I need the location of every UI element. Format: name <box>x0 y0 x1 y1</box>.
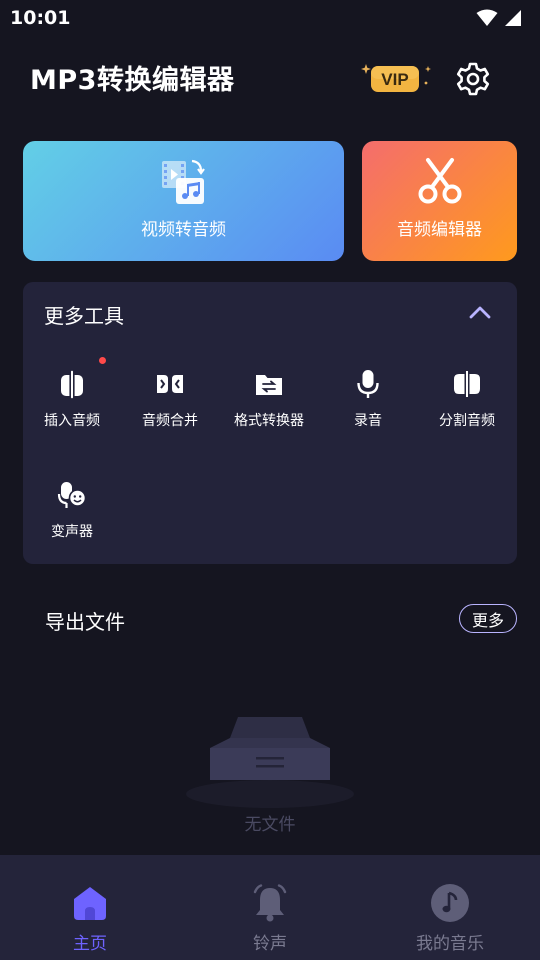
scissors-icon <box>418 158 461 204</box>
voice-changer-icon <box>57 482 87 508</box>
settings-button[interactable] <box>454 60 492 98</box>
tool-insert-audio[interactable]: 插入音频 <box>23 368 121 430</box>
more-tools-title: 更多工具 <box>44 304 124 328</box>
tool-format-converter[interactable]: 格式转换器 <box>220 368 318 430</box>
audio-editor-label: 音频编辑器 <box>397 220 482 240</box>
tool-split-audio-label: 分割音频 <box>439 413 495 429</box>
music-note-icon <box>431 884 469 922</box>
tool-voice-changer[interactable]: 变声器 <box>23 479 121 541</box>
status-time: 10:01 <box>10 7 71 29</box>
chevron-up-icon[interactable] <box>468 302 492 322</box>
gear-icon <box>456 62 490 96</box>
tool-record-label: 录音 <box>354 413 382 429</box>
nav-my-music-label: 我的音乐 <box>416 934 484 954</box>
nav-home[interactable]: 主页 <box>0 855 180 960</box>
cell-signal-icon <box>505 10 521 26</box>
empty-tray-icon <box>186 717 354 808</box>
tool-merge-audio[interactable]: 音频合并 <box>121 368 219 430</box>
app-title: MP3转换编辑器 <box>30 65 235 96</box>
new-badge <box>99 357 106 364</box>
video-convert-icon <box>161 159 205 204</box>
more-tools-panel: 更多工具 插入音频 音频合并 格式转换器 录音 分割音频 变声器 <box>23 282 517 564</box>
tool-merge-audio-label: 音频合并 <box>142 413 198 429</box>
bell-icon <box>253 884 287 922</box>
vip-button[interactable]: VIP <box>360 60 434 96</box>
tool-split-audio[interactable]: 分割音频 <box>418 368 516 430</box>
tool-insert-audio-label: 插入音频 <box>44 413 100 429</box>
split-audio-icon <box>454 371 480 397</box>
bottom-nav: 主页 铃声 我的音乐 <box>0 855 540 960</box>
insert-audio-icon <box>61 369 83 400</box>
nav-my-music[interactable]: 我的音乐 <box>360 855 540 960</box>
format-convert-icon <box>256 375 282 395</box>
tool-record[interactable]: 录音 <box>319 368 417 430</box>
wifi-icon <box>476 9 498 26</box>
audio-editor-card[interactable]: 音频编辑器 <box>362 141 517 261</box>
status-bar: 10:01 <box>0 0 540 36</box>
nav-ringtone[interactable]: 铃声 <box>180 855 360 960</box>
more-button[interactable]: 更多 <box>459 604 517 633</box>
microphone-icon <box>357 370 379 398</box>
status-icons <box>476 9 522 27</box>
video-to-audio-card[interactable]: 视频转音频 <box>23 141 344 261</box>
home-icon <box>74 887 106 920</box>
nav-home-label: 主页 <box>73 934 107 954</box>
nav-ringtone-label: 铃声 <box>253 934 287 954</box>
merge-audio-icon <box>157 375 183 393</box>
empty-state-text: 无文件 <box>244 815 296 835</box>
export-files-title: 导出文件 <box>45 610 125 634</box>
vip-label: VIP <box>381 70 408 89</box>
tool-format-converter-label: 格式转换器 <box>234 413 304 429</box>
video-to-audio-label: 视频转音频 <box>141 220 226 240</box>
tool-voice-changer-label: 变声器 <box>51 524 93 540</box>
